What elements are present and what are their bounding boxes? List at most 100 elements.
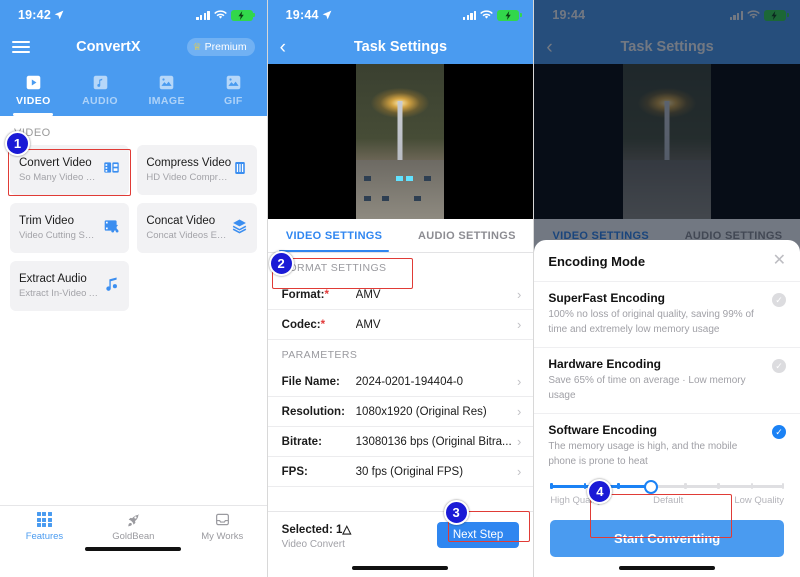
slider-thumb[interactable]	[643, 479, 658, 494]
start-converting-button[interactable]: Start Convertting	[550, 520, 784, 557]
close-icon[interactable]: ✕	[773, 253, 786, 269]
selected-line: Selected: 1△	[282, 522, 352, 536]
option-text: SuperFast Encoding 100% no loss of origi…	[548, 291, 764, 337]
radio-unselected-icon[interactable]: ✓	[771, 359, 786, 373]
location-arrow-icon	[54, 10, 64, 20]
video-thumbnail	[356, 64, 445, 219]
tab-audio[interactable]: AUDIO	[67, 64, 134, 116]
option-description: Save 65% of time on average · Low memory…	[548, 375, 746, 401]
quality-slider[interactable]: High Quality Default Low Quality	[534, 479, 800, 506]
radio-unselected-icon[interactable]: ✓	[771, 293, 786, 307]
annotation-badge-2: 2	[268, 251, 294, 276]
tile-title: Concat Video	[146, 214, 216, 227]
features-body: VIDEO Convert Video So Many Video Form..…	[0, 116, 267, 558]
compress-video-icon	[232, 160, 248, 181]
row-key: Resolution:	[281, 405, 345, 418]
option-description: 100% no loss of original quality, saving…	[548, 309, 754, 335]
wifi-icon	[480, 10, 494, 19]
required-asterisk: *	[320, 318, 326, 331]
bottom-tab-label: My Works	[201, 531, 244, 542]
row-codec[interactable]: Codec:* AMV ›	[267, 310, 534, 340]
panel1-header: 19:42 ConvertX ♕ Premium VIDEO AUDIO IMA…	[0, 0, 267, 116]
gif-file-icon	[226, 75, 241, 89]
tile-subtitle: HD Video Compress	[146, 172, 228, 184]
video-file-icon	[26, 75, 41, 89]
encoding-mode-sheet: Encoding Mode ✕ SuperFast Encoding 100% …	[534, 240, 800, 577]
chevron-right-icon: ›	[516, 464, 522, 479]
bottom-tab-my-works[interactable]: My Works	[178, 512, 267, 558]
bottom-tab-features[interactable]: Features	[0, 512, 89, 558]
tile-extract-audio[interactable]: Extract Audio Extract In-Video Audio	[10, 261, 130, 311]
tab-audio-settings[interactable]: AUDIO SETTINGS	[400, 219, 533, 252]
option-hardware-encoding[interactable]: Hardware Encoding Save 65% of time on av…	[534, 347, 800, 413]
home-indicator	[352, 565, 449, 570]
tile-compress-video[interactable]: Compress Video HD Video Compress	[137, 145, 257, 195]
battery-charging-icon	[497, 9, 522, 21]
radio-selected-icon[interactable]: ✓	[771, 425, 786, 439]
slider-track[interactable]	[550, 479, 785, 494]
hamburger-menu-icon[interactable]	[12, 38, 30, 57]
tile-text: Convert Video So Many Video Form...	[19, 156, 99, 185]
status-icons	[462, 9, 522, 21]
tile-convert-video[interactable]: Convert Video So Many Video Form...	[10, 145, 130, 195]
tile-title: Extract Audio	[19, 272, 87, 285]
row-key: Bitrate:	[281, 435, 322, 448]
row-fps[interactable]: FPS: 30 fps (Original FPS) ›	[267, 457, 534, 487]
option-text: Hardware Encoding Save 65% of time on av…	[548, 357, 764, 403]
music-note-icon	[103, 275, 120, 297]
status-bar: 19:44	[268, 0, 534, 30]
option-software-encoding[interactable]: Software Encoding The memory usage is hi…	[534, 413, 800, 479]
home-indicator	[619, 565, 716, 570]
option-superfast-encoding[interactable]: SuperFast Encoding 100% no loss of origi…	[534, 281, 800, 347]
option-description: The memory usage is high, and the mobile…	[548, 441, 738, 467]
wifi-icon	[213, 10, 227, 19]
selected-label: Selected:	[281, 524, 333, 536]
task-type-label: Video Convert	[281, 539, 345, 550]
chevron-right-icon: ›	[516, 317, 522, 332]
tab-audio-label: AUDIO	[82, 94, 118, 107]
task-navbar: ‹ Task Settings	[268, 30, 534, 64]
row-resolution[interactable]: Resolution: 1080x1920 (Original Res) ›	[267, 397, 534, 427]
row-bitrate[interactable]: Bitrate: 13080136 bps (Original Bitra...…	[267, 427, 534, 457]
tab-video[interactable]: VIDEO	[0, 64, 67, 116]
panel2-header: 19:44 ‹ Task Settings	[267, 0, 534, 64]
bottom-tab-label: Features	[25, 531, 64, 543]
slider-label-low: Low Quality	[734, 495, 784, 506]
next-step-button[interactable]: Next Step	[436, 522, 520, 548]
premium-label: Premium	[204, 41, 247, 53]
tile-subtitle: Concat Videos Easily	[146, 230, 227, 242]
status-time-group: 19:42	[18, 8, 64, 22]
row-value: AMV	[355, 288, 381, 301]
tab-video-settings[interactable]: VIDEO SETTINGS	[268, 219, 401, 252]
tile-title: Convert Video	[19, 156, 92, 169]
row-file-name[interactable]: File Name: 2024-0201-194404-0 ›	[267, 367, 534, 397]
inbox-icon	[215, 513, 229, 526]
panel-task-settings: 19:44 ‹ Task Settings VIDEO SETTINGS AUD…	[266, 0, 534, 577]
tile-trim-video[interactable]: Trim Video Video Cutting So Easy	[10, 203, 130, 253]
option-title: Hardware Encoding	[548, 357, 661, 371]
slider-label-default: Default	[653, 495, 684, 506]
slider-labels: High Quality Default Low Quality	[550, 495, 784, 506]
sheet-title: Encoding Mode	[548, 253, 646, 269]
tile-subtitle: Extract In-Video Audio	[19, 288, 100, 300]
chevron-right-icon: ›	[516, 374, 522, 389]
row-format[interactable]: Format:* AMV ›	[267, 280, 534, 310]
row-value: 30 fps (Original FPS)	[355, 465, 464, 478]
page-title: Task Settings	[353, 39, 448, 55]
tab-gif[interactable]: GIF	[200, 64, 267, 116]
row-key-text: Codec:	[281, 318, 321, 331]
premium-button[interactable]: ♕ Premium	[186, 38, 255, 56]
tile-subtitle: Video Cutting So Easy	[19, 230, 100, 242]
bottom-tab-goldbean[interactable]: GoldBean	[89, 512, 178, 558]
rocket-icon	[128, 514, 140, 527]
tile-text: Compress Video HD Video Compress	[146, 156, 231, 185]
tile-text: Concat Video Concat Videos Easily	[146, 214, 226, 243]
tile-concat-video[interactable]: Concat Video Concat Videos Easily	[137, 203, 257, 253]
option-title: Software Encoding	[548, 423, 657, 437]
tab-image[interactable]: IMAGE	[133, 64, 200, 116]
section-label-video: VIDEO	[14, 127, 51, 139]
tab-active-indicator	[279, 249, 390, 252]
video-preview[interactable]	[267, 64, 534, 219]
image-file-icon	[159, 75, 174, 89]
tab-label: VIDEO SETTINGS	[285, 229, 383, 242]
